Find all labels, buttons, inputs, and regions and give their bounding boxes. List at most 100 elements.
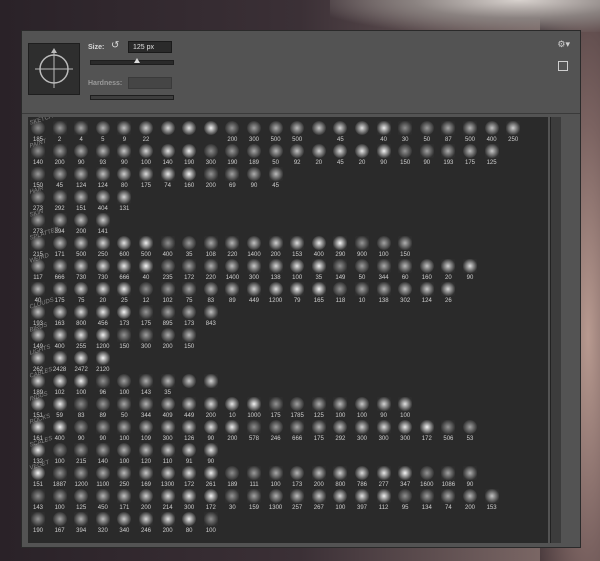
- brush-tip-icon: [247, 397, 261, 411]
- brush-tip-icon: [95, 121, 110, 135]
- brush-tip-icon: [31, 190, 45, 204]
- brush-tip-icon: [52, 328, 67, 342]
- brush-tip-icon: [355, 259, 369, 273]
- brush-tip-icon: [117, 236, 132, 250]
- brush-tip-icon: [95, 328, 110, 342]
- brush-tip-icon: [31, 420, 45, 434]
- brush-tip-icon: [290, 420, 305, 434]
- brush-tip-icon: [419, 282, 434, 296]
- brush-tip-icon: [311, 489, 326, 503]
- crosshair-preview-icon[interactable]: [28, 43, 80, 95]
- brush-tip-icon: [355, 397, 369, 411]
- brush-tip-icon: [182, 144, 197, 158]
- brush-tip-icon: [160, 282, 175, 296]
- size-label: Size:: [88, 44, 105, 51]
- brush-preset[interactable]: 190: [28, 511, 48, 537]
- brush-preset[interactable]: 320: [93, 511, 113, 537]
- brush-tip-icon: [52, 167, 67, 181]
- brush-tip-icon: [247, 259, 261, 273]
- brush-tip-icon: [247, 282, 261, 296]
- brush-tip-icon: [203, 466, 218, 480]
- brush-tip-icon: [182, 443, 197, 457]
- brush-tip-icon: [160, 512, 175, 526]
- brush-tip-icon: [74, 443, 89, 457]
- brush-tip-icon: [160, 443, 175, 457]
- brush-preset[interactable]: 80: [179, 511, 199, 537]
- brush-tip-icon: [139, 374, 153, 388]
- brush-tip-icon: [419, 420, 434, 434]
- brush-tip-icon: [117, 259, 132, 273]
- brush-tip-icon: [31, 466, 45, 480]
- brush-tip-icon: [95, 466, 110, 480]
- brush-tip-icon: [247, 167, 261, 181]
- brush-tip-icon: [203, 121, 218, 135]
- size-input[interactable]: 125 px: [128, 41, 172, 53]
- brush-tip-icon: [290, 489, 305, 503]
- brush-tip-icon: [31, 397, 45, 411]
- hardness-input[interactable]: [128, 77, 172, 89]
- size-slider[interactable]: [90, 60, 174, 65]
- hardness-slider[interactable]: [90, 95, 174, 100]
- brush-tip-icon: [74, 144, 89, 158]
- brush-tip-icon: [74, 512, 89, 526]
- reset-size-icon[interactable]: ↺: [111, 40, 119, 51]
- gear-icon[interactable]: ⚙▾: [557, 39, 570, 50]
- brush-size-label: 340: [119, 528, 130, 534]
- brush-tip-icon: [247, 121, 261, 135]
- brush-tip-icon: [333, 259, 348, 273]
- brush-tip-icon: [333, 420, 348, 434]
- brush-tip-icon: [290, 144, 305, 158]
- brush-tip-icon: [225, 420, 240, 434]
- brush-tip-icon: [355, 420, 369, 434]
- brush-preset[interactable]: 394: [71, 511, 91, 537]
- brush-tip-icon: [95, 443, 110, 457]
- brush-tip-icon: [376, 420, 391, 434]
- brush-tip-icon: [31, 213, 45, 227]
- brush-tip-icon: [311, 121, 326, 135]
- brush-tip-icon: [203, 236, 218, 250]
- brush-tip-icon: [95, 420, 110, 434]
- brush-tip-icon: [182, 121, 197, 135]
- brush-tip-icon: [139, 121, 153, 135]
- brush-tip-icon: [95, 305, 110, 319]
- scrollbar[interactable]: [550, 117, 561, 543]
- new-preset-icon[interactable]: [558, 61, 568, 71]
- brush-tip-icon: [398, 489, 413, 503]
- brush-tip-icon: [268, 121, 283, 135]
- brush-preset[interactable]: 100: [201, 511, 221, 537]
- brush-tip-icon: [268, 259, 283, 273]
- brush-preset[interactable]: 200: [158, 511, 178, 537]
- brush-tip-icon: [441, 144, 456, 158]
- brush-tip-icon: [203, 512, 218, 526]
- brush-row: 190 167 394 320 340 246 200 80 100: [28, 510, 548, 537]
- brush-tip-icon: [74, 305, 89, 319]
- brush-tip-icon: [95, 374, 110, 388]
- brush-size-label: 190: [32, 528, 43, 534]
- brush-tip-icon: [52, 144, 67, 158]
- brush-tip-icon: [484, 489, 499, 503]
- brush-tip-icon: [52, 397, 67, 411]
- brush-preset[interactable]: 340: [114, 511, 134, 537]
- size-slider-thumb[interactable]: [134, 58, 140, 63]
- brush-tip-icon: [31, 328, 45, 342]
- brush-tip-icon: [225, 144, 240, 158]
- brush-tip-icon: [463, 259, 477, 273]
- brush-preset[interactable]: 167: [50, 511, 70, 537]
- brush-tip-icon: [95, 397, 110, 411]
- brush-tip-icon: [95, 489, 110, 503]
- brush-tip-icon: [484, 121, 499, 135]
- brush-tip-icon: [225, 489, 240, 503]
- brush-tip-icon: [419, 259, 434, 273]
- brush-tip-icon: [441, 259, 456, 273]
- brush-tip-icon: [139, 144, 153, 158]
- brush-tip-icon: [398, 282, 413, 296]
- brush-tip-icon: [52, 374, 67, 388]
- brush-tip-icon: [160, 397, 175, 411]
- brush-tip-icon: [225, 259, 240, 273]
- brush-preset[interactable]: 246: [136, 511, 156, 537]
- brush-tip-icon: [52, 190, 67, 204]
- brush-tip-icon: [182, 305, 197, 319]
- brush-tip-icon: [160, 236, 175, 250]
- brush-tip-icon: [247, 489, 261, 503]
- brush-tip-icon: [117, 466, 132, 480]
